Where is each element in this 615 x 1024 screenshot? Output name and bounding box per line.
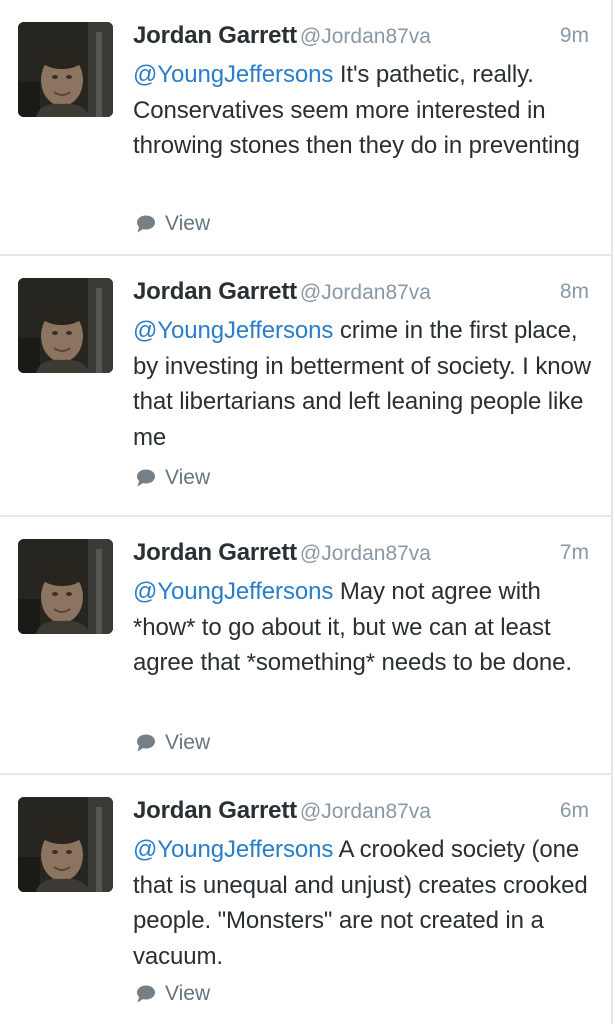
profile-photo-icon [18, 22, 113, 117]
avatar[interactable] [18, 278, 113, 373]
mention-link[interactable]: @YoungJeffersons [133, 61, 333, 88]
timestamp[interactable]: 7m [560, 541, 589, 565]
tweet-item[interactable]: Jordan Garrett @Jordan87va 8m @YoungJeffe… [0, 256, 613, 517]
author-name[interactable]: Jordan Garrett [133, 539, 297, 566]
tweet-text: @YoungJeffersons It's pathetic, really. … [133, 57, 603, 164]
mention-link[interactable]: @YoungJeffersons [133, 836, 333, 863]
author-handle[interactable]: @Jordan87va [300, 25, 431, 48]
mention-link[interactable]: @YoungJeffersons [133, 578, 333, 605]
author-handle[interactable]: @Jordan87va [300, 800, 431, 823]
author-handle[interactable]: @Jordan87va [300, 281, 431, 304]
view-button[interactable]: View [136, 728, 210, 758]
author-name[interactable]: Jordan Garrett [133, 22, 297, 49]
profile-photo-icon [18, 278, 113, 373]
tweet-text: @YoungJeffersons May not agree with *how… [133, 574, 603, 681]
tweet-text: @YoungJeffersons crime in the first plac… [133, 313, 603, 455]
speech-bubble-icon [136, 214, 156, 234]
speech-bubble-icon [136, 984, 156, 1004]
avatar[interactable] [18, 797, 113, 892]
profile-photo-icon [18, 797, 113, 892]
view-label: View [165, 212, 211, 235]
view-label: View [165, 982, 211, 1005]
timestamp[interactable]: 6m [560, 799, 589, 823]
view-button[interactable]: View [136, 209, 210, 239]
profile-photo-icon [18, 539, 113, 634]
view-label: View [165, 466, 211, 489]
author-name[interactable]: Jordan Garrett [133, 278, 297, 305]
view-button[interactable]: View [136, 463, 210, 493]
speech-bubble-icon [136, 468, 156, 488]
timestamp[interactable]: 8m [560, 280, 589, 304]
author-handle[interactable]: @Jordan87va [300, 542, 431, 565]
tweet-item[interactable]: Jordan Garrett @Jordan87va 7m @YoungJeffe… [0, 517, 613, 775]
tweet-item[interactable]: Jordan Garrett @Jordan87va 6m @YoungJeffe… [0, 775, 613, 1024]
avatar[interactable] [18, 22, 113, 117]
mention-link[interactable]: @YoungJeffersons [133, 317, 333, 344]
view-label: View [165, 731, 211, 754]
timestamp[interactable]: 9m [560, 24, 589, 48]
speech-bubble-icon [136, 733, 156, 753]
tweet-item[interactable]: Jordan Garrett @Jordan87va 9m @YoungJeffe… [0, 0, 613, 256]
avatar[interactable] [18, 539, 113, 634]
tweet-text: @YoungJeffersons A crooked society (one … [133, 832, 603, 974]
author-name[interactable]: Jordan Garrett [133, 797, 297, 824]
view-button[interactable]: View [136, 979, 210, 1009]
